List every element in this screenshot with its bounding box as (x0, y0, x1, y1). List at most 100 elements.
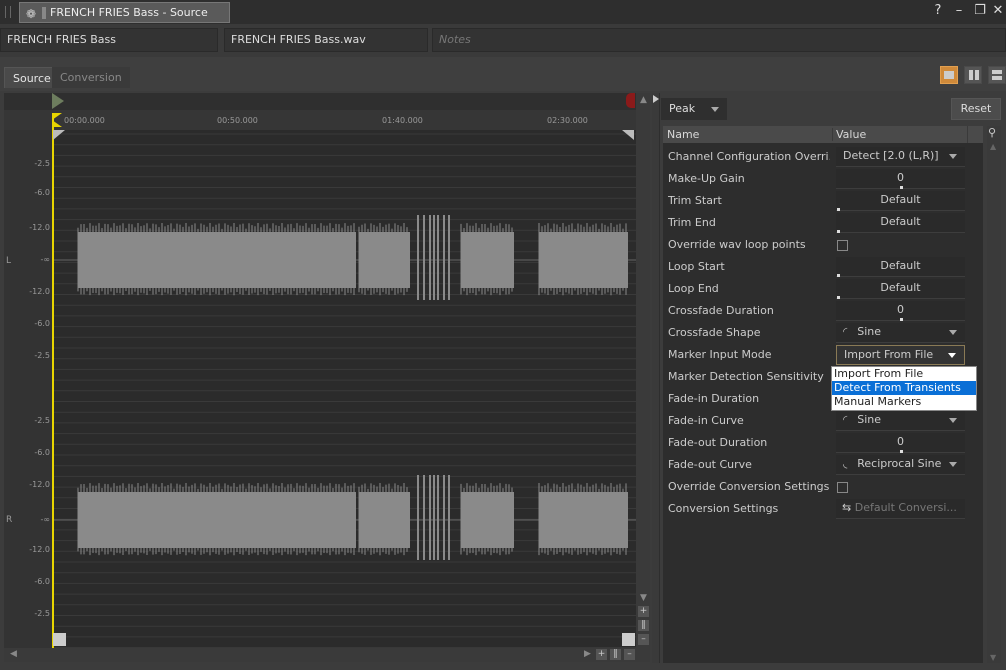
fade-in-handle-icon[interactable] (53, 130, 65, 140)
slider-thumb[interactable] (900, 318, 903, 321)
tab-conversion[interactable]: Conversion (52, 67, 130, 88)
property-dropdown[interactable]: ◟ Reciprocal Sine (836, 455, 965, 475)
waveform-vertical-scrollbar[interactable]: ▲ ▼ + ‖ – (636, 93, 650, 648)
window-tab[interactable]: ❁ FRENCH FRIES Bass - Source Editor (19, 2, 230, 38)
display-mode-value: Peak (669, 102, 696, 115)
db-label: -2.5 (34, 159, 50, 168)
file-name-field[interactable]: FRENCH FRIES Bass.wav (224, 28, 428, 52)
chevron-down-icon (711, 107, 719, 112)
scroll-left-icon[interactable]: ◀ (8, 649, 19, 660)
scroll-right-icon[interactable]: ▶ (582, 649, 593, 660)
slider-thumb[interactable] (900, 450, 903, 453)
dropdown-option[interactable]: Manual Markers (832, 395, 976, 409)
search-icon[interactable]: ⚲ (988, 126, 996, 139)
dropdown-option[interactable]: Import From File (832, 367, 976, 381)
zoom-in-horizontal-icon[interactable]: + (596, 649, 607, 660)
property-name: Crossfade Duration (668, 304, 774, 317)
panel-splitter[interactable] (652, 93, 660, 663)
db-label: -12.0 (29, 223, 50, 232)
property-value: 0 (897, 303, 904, 316)
slider-thumb[interactable] (837, 274, 840, 277)
property-slider-field[interactable]: 0 (836, 301, 965, 321)
scroll-down-icon[interactable]: ▼ (638, 593, 649, 604)
property-value: Sine (857, 413, 882, 426)
property-name: Channel Configuration Overri... (668, 150, 830, 163)
tab-color-bar (42, 7, 46, 19)
marker-lane[interactable] (4, 93, 636, 110)
zoom-out-vertical-icon[interactable]: – (638, 634, 649, 645)
loop-start-handle[interactable] (53, 633, 66, 646)
restore-icon[interactable]: ❐ (972, 3, 988, 19)
property-value: Default (880, 259, 921, 272)
chevron-down-icon (948, 353, 956, 358)
waveform-canvas[interactable] (52, 130, 636, 648)
collapse-panel-icon[interactable] (653, 95, 659, 103)
property-slider-field[interactable]: Default (836, 191, 965, 211)
help-icon[interactable]: ? (930, 3, 946, 19)
property-scrollbar[interactable]: ⚲ ▲ ▼ (987, 126, 1001, 663)
zoom-fit-horizontal-icon[interactable]: ‖ (610, 649, 621, 660)
playhead-cursor[interactable] (52, 113, 54, 648)
property-slider-field[interactable]: 0 (836, 169, 965, 189)
property-dropdown[interactable]: ◜ Sine (836, 411, 965, 431)
marker-input-mode-dropdown-list[interactable]: Import From File Detect From Transients … (831, 366, 977, 411)
sound-object-icon: ❁ (26, 7, 37, 21)
column-name: Name (667, 128, 700, 141)
playhead-flag-icon[interactable] (52, 113, 62, 127)
property-slider-field[interactable]: Default (836, 213, 965, 233)
fade-out-handle-icon[interactable] (622, 130, 634, 140)
property-name: Marker Detection Sensitivity (668, 370, 824, 383)
dropdown-option-highlighted[interactable]: Detect From Transients (832, 381, 976, 395)
property-slider-field[interactable]: Default (836, 257, 965, 277)
waveform-region (359, 492, 410, 548)
property-name: Fade-out Duration (668, 436, 768, 449)
drag-grip-icon[interactable] (5, 6, 11, 18)
single-view-button[interactable] (940, 66, 958, 84)
close-icon[interactable]: ✕ (990, 3, 1006, 19)
time-tick: 00:00.000 (64, 116, 105, 125)
property-grid-header: Name Value (663, 126, 983, 143)
slider-thumb[interactable] (837, 208, 840, 211)
property-slider-field[interactable]: 0 (836, 433, 965, 453)
split-horizontal-button[interactable] (988, 66, 1006, 84)
slider-thumb[interactable] (837, 296, 840, 299)
chevron-down-icon (949, 418, 957, 423)
waveform-horizontal-scrollbar[interactable]: ◀ ▶ + ‖ – (4, 648, 650, 662)
property-name: Marker Input Mode (668, 348, 772, 361)
settings-sliders-icon: ⇆ (842, 501, 855, 514)
property-checkbox[interactable] (837, 240, 848, 251)
slider-thumb[interactable] (900, 186, 903, 189)
property-name: Override Conversion Settings (668, 480, 830, 493)
slider-thumb[interactable] (837, 230, 840, 233)
property-dropdown[interactable]: ◜ Sine (836, 323, 965, 343)
waveform-region (359, 232, 410, 288)
property-name: Loop End (668, 282, 719, 295)
scroll-up-icon[interactable]: ▲ (990, 142, 996, 151)
reset-button[interactable]: Reset (951, 98, 1001, 120)
scroll-down-icon[interactable]: ▼ (990, 653, 996, 662)
property-value: Default (880, 193, 921, 206)
loop-end-handle[interactable] (622, 633, 635, 646)
object-name-field[interactable]: FRENCH FRIES Bass (0, 28, 218, 52)
minimize-icon[interactable]: – (951, 3, 967, 19)
db-label: -2.5 (34, 351, 50, 360)
conversion-settings-button[interactable]: ⇆ Default Conversi... (836, 499, 965, 519)
property-dropdown[interactable]: Import From File (836, 345, 965, 365)
zoom-in-vertical-icon[interactable]: + (638, 606, 649, 617)
zoom-out-horizontal-icon[interactable]: – (624, 649, 635, 660)
end-marker-icon[interactable] (626, 93, 635, 108)
property-slider-field[interactable]: Default (836, 279, 965, 299)
property-dropdown[interactable]: Detect [2.0 (L,R)] (836, 147, 965, 167)
split-vertical-button[interactable] (964, 66, 982, 84)
notes-input[interactable]: Notes (432, 28, 1006, 52)
scroll-up-icon[interactable]: ▲ (638, 95, 649, 106)
display-mode-select[interactable]: Peak (661, 98, 727, 120)
start-marker-icon[interactable] (52, 93, 64, 109)
zoom-fit-vertical-icon[interactable]: ‖ (638, 620, 649, 631)
db-label: -∞ (40, 255, 50, 264)
time-ruler[interactable]: 00:00.000 00:50.000 01:40.000 02:30.000 (4, 110, 636, 130)
property-name: Crossfade Shape (668, 326, 761, 339)
property-name: Trim End (668, 216, 716, 229)
db-label: -6.0 (34, 448, 50, 457)
property-checkbox[interactable] (837, 482, 848, 493)
